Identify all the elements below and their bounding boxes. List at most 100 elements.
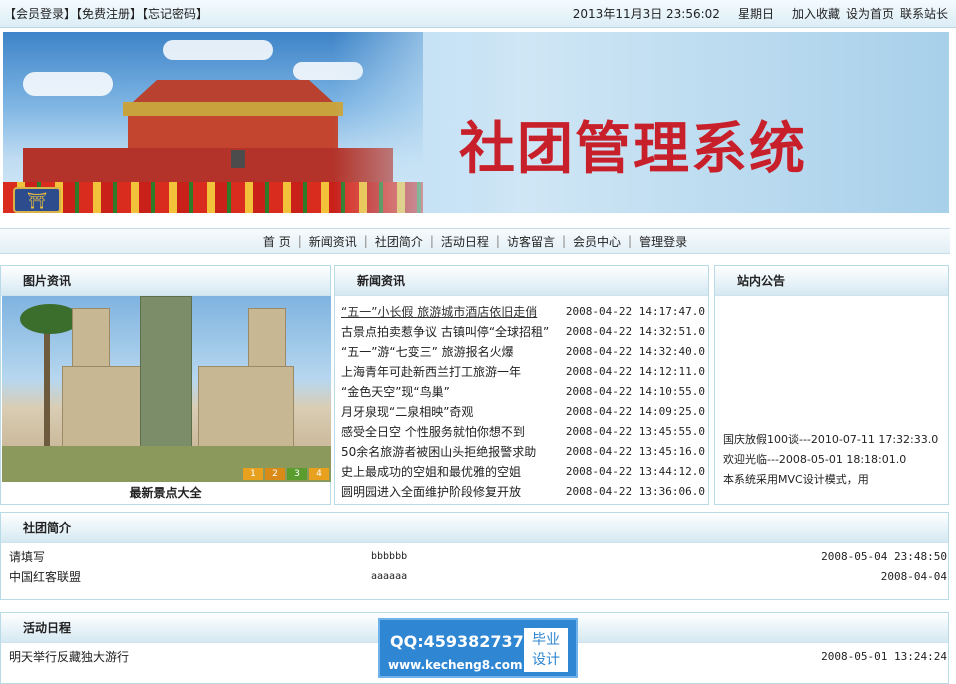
list-item[interactable]: 月牙泉现“二泉相映”奇观 2008-04-22 14:09:25.0 <box>341 402 705 422</box>
list-item[interactable]: 50余名旅游者被困山头拒绝报警求助 2008-04-22 13:45:16.0 <box>341 442 705 462</box>
watermark-label-line: 设计 <box>532 652 560 668</box>
panel-heading: 社团简介 <box>1 513 948 543</box>
cloud-shape <box>163 40 273 60</box>
contact-link[interactable]: 联系站长 <box>900 5 948 22</box>
news-title[interactable]: “五一”小长假 旅游城市酒店依旧走俏 <box>341 302 566 322</box>
gate-roof <box>133 80 333 102</box>
list-item[interactable]: 欢迎光临---2008-05-01 18:18:01.0 <box>723 450 949 470</box>
current-datetime: 2013年11月3日 23:56:02 <box>572 7 720 21</box>
nav-separator: | <box>429 234 434 248</box>
banner-fade <box>333 32 473 213</box>
pager-button[interactable]: 2 <box>265 468 285 480</box>
list-item[interactable]: 古景点拍卖惹争议 古镇叫停“全球招租” 2008-04-22 14:32:51.0 <box>341 322 705 342</box>
news-title[interactable]: “金色天空”现“鸟巢” <box>341 382 566 402</box>
table-row[interactable]: 中国红客联盟 aaaaaa 2008-04-04 <box>9 567 947 587</box>
news-title[interactable]: 月牙泉现“二泉相映”奇观 <box>341 402 566 422</box>
news-title[interactable]: 古景点拍卖惹争议 古镇叫停“全球招租” <box>341 322 566 342</box>
top-bar-right: 2013年11月3日 23:56:02 星期日 加入收藏 设为首页 联系站长 <box>573 5 948 22</box>
news-date: 2008-04-22 14:32:40.0 <box>565 345 705 358</box>
register-link[interactable]: 【免费注册】 <box>76 7 142 21</box>
nav-separator: | <box>628 234 633 248</box>
pagoda-emblem-icon: ⛩ <box>13 187 61 213</box>
watermark-qq: QQ:459382737 <box>390 632 524 651</box>
club-name[interactable]: 中国红客联盟 <box>9 567 81 587</box>
list-item[interactable]: 感受全日空 个性服务就怕你想不到 2008-04-22 13:45:55.0 <box>341 422 705 442</box>
nav-separator: | <box>561 234 567 248</box>
top-bar: 【会员登录】【免费注册】【忘记密码】 2013年11月3日 23:56:02 星… <box>0 0 956 28</box>
list-item[interactable]: 史上最成功的空姐和最优雅的空姐 2008-04-22 13:44:12.0 <box>341 462 705 482</box>
nav-item-guestbook[interactable]: 访客留言 <box>507 233 555 250</box>
news-title[interactable]: 50余名旅游者被困山头拒绝报警求助 <box>341 442 566 462</box>
panel-heading: 图片资讯 <box>1 266 330 296</box>
pager-button[interactable]: 3 <box>287 468 307 480</box>
club-list: 请填写 bbbbbb 2008-05-04 23:48:50 中国红客联盟 aa… <box>9 547 947 587</box>
nav-separator: | <box>363 234 368 248</box>
news-title[interactable]: “五一”游“七变三” 旅游报名火爆 <box>341 342 566 362</box>
gate-portrait <box>231 150 245 168</box>
watermark-badge: QQ:459382737 www.kecheng8.com 毕业 设计 <box>378 618 578 678</box>
list-item[interactable]: 本系统采用MVC设计模式，用 <box>723 470 949 490</box>
picture-news-panel: 图片资讯 1 2 3 4 最新景点大全 <box>0 265 331 505</box>
list-item[interactable]: “五一”游“七变三” 旅游报名火爆 2008-04-22 14:32:40.0 <box>341 342 705 362</box>
site-links: 加入收藏 设为首页 联系站长 <box>792 5 948 22</box>
watermark-url: www.kecheng8.com <box>388 658 523 672</box>
nav-item-home[interactable]: 首 页 <box>263 233 291 250</box>
panel-heading: 站内公告 <box>715 266 948 296</box>
news-date: 2008-04-22 14:17:47.0 <box>565 305 705 318</box>
church-facade <box>62 366 142 448</box>
member-login-link[interactable]: 【会员登录】 <box>4 7 76 21</box>
club-name[interactable]: 请填写 <box>9 547 45 567</box>
gate-eave <box>123 102 343 116</box>
list-item[interactable]: “五一”小长假 旅游城市酒店依旧走俏 2008-04-22 14:17:47.0 <box>341 302 705 322</box>
main-nav: 首 页 | 新闻资讯 | 社团简介 | 活动日程 | 访客留言 | 会员中心 |… <box>0 228 950 254</box>
scenic-slideshow[interactable]: 1 2 3 4 <box>2 296 331 482</box>
nav-separator: | <box>297 234 302 248</box>
news-date: 2008-04-22 13:45:16.0 <box>565 445 705 458</box>
news-panel: 新闻资讯 “五一”小长假 旅游城市酒店依旧走俏 2008-04-22 14:17:… <box>334 265 709 505</box>
slideshow-pager: 1 2 3 4 <box>243 468 329 480</box>
cloud-shape <box>23 72 113 96</box>
news-date: 2008-04-22 13:36:06.0 <box>565 485 705 498</box>
table-row[interactable]: 请填写 bbbbbb 2008-05-04 23:48:50 <box>9 547 947 567</box>
list-item[interactable]: 圆明园进入全面维护阶段修复开放 2008-04-22 13:36:06.0 <box>341 482 705 502</box>
forgot-password-link[interactable]: 【忘记密码】 <box>142 7 208 21</box>
news-date: 2008-04-22 14:10:55.0 <box>565 385 705 398</box>
header-banner: ⛩ 社团管理系统 <box>3 32 949 213</box>
watermark-label-line: 毕业 <box>532 632 560 648</box>
announcement-list: 国庆放假100谈---2010-07-11 17:32:33.0 欢迎光临---… <box>723 430 949 490</box>
add-favorite-link[interactable]: 加入收藏 <box>792 5 840 22</box>
news-date: 2008-04-22 13:45:55.0 <box>565 425 705 438</box>
slideshow-caption[interactable]: 最新景点大全 <box>1 484 330 501</box>
list-item[interactable]: “金色天空”现“鸟巢” 2008-04-22 14:10:55.0 <box>341 382 705 402</box>
news-title[interactable]: 感受全日空 个性服务就怕你想不到 <box>341 422 566 442</box>
news-list: “五一”小长假 旅游城市酒店依旧走俏 2008-04-22 14:17:47.0 … <box>341 302 705 502</box>
news-title[interactable]: 圆明园进入全面维护阶段修复开放 <box>341 482 566 502</box>
pager-button[interactable]: 1 <box>243 468 263 480</box>
club-intro-panel: 社团简介 请填写 bbbbbb 2008-05-04 23:48:50 中国红客… <box>0 512 949 600</box>
nav-item-news[interactable]: 新闻资讯 <box>309 233 357 250</box>
news-title[interactable]: 史上最成功的空姐和最优雅的空姐 <box>341 462 566 482</box>
club-desc: bbbbbb <box>371 551 408 562</box>
activity-name[interactable]: 明天举行反藏独大游行 <box>9 647 129 667</box>
announcement-panel: 站内公告 国庆放假100谈---2010-07-11 17:32:33.0 欢迎… <box>714 265 949 505</box>
set-homepage-link[interactable]: 设为首页 <box>846 5 894 22</box>
list-item[interactable]: 上海青年可赴新西兰打工旅游一年 2008-04-22 14:12:11.0 <box>341 362 705 382</box>
church-facade <box>198 366 294 448</box>
activity-date: 2008-05-01 13:24:24 <box>821 650 947 663</box>
banner-title: 社团管理系统 <box>459 116 807 182</box>
news-date: 2008-04-22 13:44:12.0 <box>565 465 705 478</box>
nav-separator: | <box>495 234 500 248</box>
pager-button[interactable]: 4 <box>309 468 329 480</box>
palm-trunk <box>44 316 50 456</box>
nav-item-activities[interactable]: 活动日程 <box>441 233 489 250</box>
nav-item-admin-login[interactable]: 管理登录 <box>639 233 687 250</box>
news-title[interactable]: 上海青年可赴新西兰打工旅游一年 <box>341 362 566 382</box>
account-links: 【会员登录】【免费注册】【忘记密码】 <box>4 5 208 22</box>
palm-leaves <box>20 304 80 334</box>
nav-item-club-intro[interactable]: 社团简介 <box>375 233 423 250</box>
nav-item-member-center[interactable]: 会员中心 <box>573 233 621 250</box>
club-desc: aaaaaa <box>371 571 408 582</box>
list-item[interactable]: 国庆放假100谈---2010-07-11 17:32:33.0 <box>723 430 949 450</box>
panel-heading: 新闻资讯 <box>335 266 708 296</box>
club-date: 2008-05-04 23:48:50 <box>821 550 947 563</box>
